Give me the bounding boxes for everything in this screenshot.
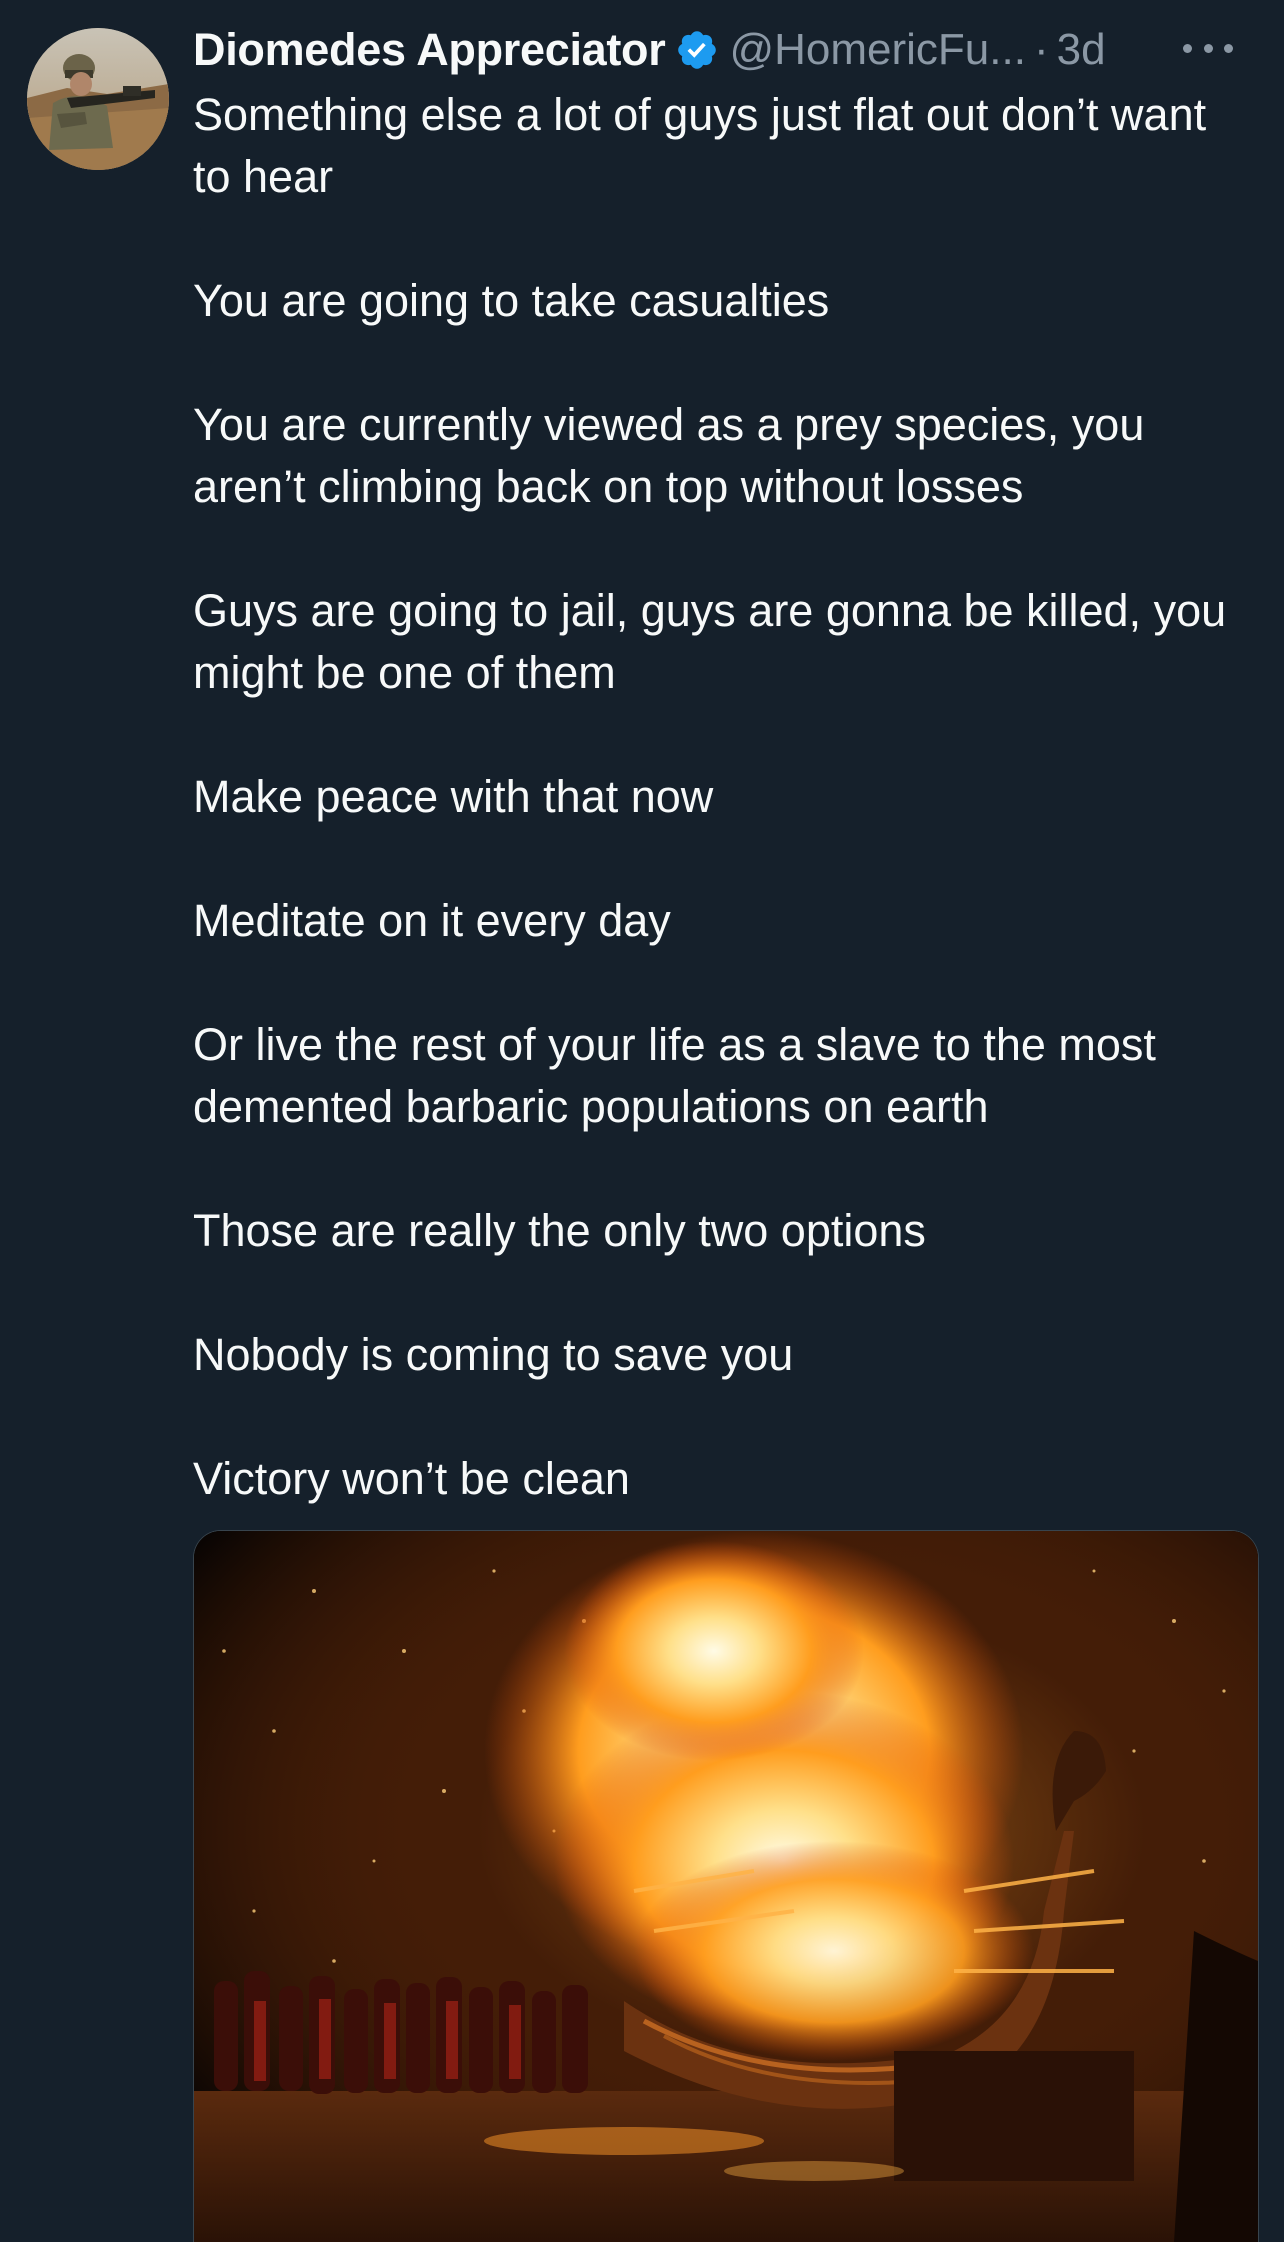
header-separator: · — [1033, 25, 1049, 74]
verified-badge-icon — [675, 28, 719, 72]
display-name[interactable]: Diomedes Appreciator — [193, 24, 666, 76]
more-horizontal-icon[interactable] — [1183, 28, 1233, 68]
tweet-paragraph: Victory won’t be clean — [193, 1453, 630, 1504]
tweet-paragraph: You are going to take casualties — [193, 275, 830, 326]
more-dot — [1203, 43, 1213, 53]
tweet-paragraph: Make peace with that now — [193, 771, 714, 822]
user-handle[interactable]: @HomericFu... — [729, 25, 1025, 75]
tweet-paragraph: Nobody is coming to save you — [193, 1329, 794, 1380]
tweet-paragraph: Those are really the only two options — [193, 1205, 926, 1256]
tweet-paragraph: Guys are going to jail, guys are gonna b… — [193, 585, 1227, 698]
soldier-avatar[interactable] — [27, 28, 169, 170]
tweet-paragraph: You are currently viewed as a prey speci… — [193, 399, 1145, 512]
tweet-timestamp[interactable]: 3d — [1057, 25, 1106, 75]
tweet-text: Something else a lot of guys just flat o… — [193, 84, 1253, 1510]
tweet-header: Diomedes Appreciator @HomericFu... · 3d — [193, 22, 1263, 78]
tweet-paragraph: Meditate on it every day — [193, 895, 671, 946]
tweet[interactable]: Diomedes Appreciator @HomericFu... · 3d … — [0, 0, 1284, 2242]
tweet-paragraph: Something else a lot of guys just flat o… — [193, 89, 1207, 202]
burning-viking-ship-image[interactable] — [193, 1530, 1259, 2242]
more-dot — [1183, 43, 1192, 53]
more-dot — [1224, 43, 1233, 53]
tweet-paragraph: Or live the rest of your life as a slave… — [193, 1019, 1156, 1132]
